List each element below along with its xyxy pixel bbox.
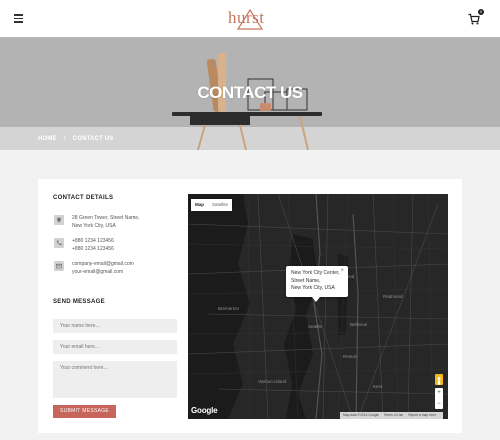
- phone-line-1: +880 1234 123456: [72, 238, 114, 244]
- name-input[interactable]: [53, 319, 177, 333]
- breadcrumb-current: CONTACT US: [72, 136, 114, 142]
- map-label-kent: Kent: [373, 384, 383, 389]
- info-line-1: New York City Center,: [291, 270, 340, 276]
- contact-email: company-email@gmail.com your-email@gmail.…: [54, 261, 179, 277]
- breadcrumb-home-link[interactable]: HOME: [38, 136, 57, 142]
- map-attribution: Map data ©2016 Google Terms of Use Repor…: [340, 412, 444, 419]
- zoom-out-button[interactable]: −: [435, 399, 443, 410]
- phone-icon: [54, 238, 64, 248]
- zoom-in-button[interactable]: +: [435, 388, 443, 399]
- email-line-1: company-email@gmail.com: [72, 261, 134, 267]
- zoom-control: + −: [435, 388, 443, 409]
- map-label-bellevue: Bellevue: [350, 322, 368, 327]
- info-line-2: Street Name,: [291, 277, 321, 284]
- report-error-link[interactable]: Report a map error: [408, 413, 436, 417]
- close-icon[interactable]: ×: [340, 268, 344, 276]
- contact-card: CONTACT DETAILS 28 Green Tower, Street N…: [38, 179, 462, 433]
- contact-address: 28 Green Tower, Street Name, New York Cit…: [54, 215, 179, 231]
- map-type-map-button[interactable]: Map: [191, 199, 208, 211]
- google-logo: Google: [191, 406, 218, 415]
- breadcrumb: HOME / CONTACT US: [38, 136, 114, 142]
- email-input[interactable]: [53, 340, 177, 354]
- location-pin-icon: [54, 215, 64, 225]
- terms-link[interactable]: Terms of Use: [384, 413, 403, 417]
- map-type-control: Map Satellite: [191, 199, 233, 211]
- mail-icon: [54, 261, 64, 271]
- map-label-bremerton: Bremerton: [218, 306, 240, 311]
- phone-line-2: +880 1234 123456: [72, 245, 114, 252]
- page-title: CONTACT US: [197, 83, 303, 102]
- map-label-vashon: Vashon Island: [258, 379, 287, 384]
- map[interactable]: Redmond Seattle Bellevue Renton Kirkland…: [188, 194, 448, 419]
- comment-textarea[interactable]: [53, 361, 177, 398]
- contact-phone: +880 1234 123456 +880 1234 123456: [54, 238, 179, 254]
- email-line-2: your-email@gmail.com: [72, 268, 124, 275]
- map-label-seattle: Seattle: [308, 324, 323, 329]
- logo-triangle-icon: [236, 8, 264, 30]
- cart-count-badge: 0: [478, 9, 484, 15]
- send-message-title: SEND MESSAGE: [53, 299, 105, 305]
- info-line-3: New York City, USA: [291, 285, 335, 291]
- cart-icon[interactable]: 0: [468, 9, 484, 25]
- contact-details-title: CONTACT DETAILS: [53, 195, 114, 201]
- map-label-renton: Renton: [343, 354, 358, 359]
- map-type-satellite-button[interactable]: Satellite: [208, 199, 232, 211]
- address-line-2: New York City, USA: [72, 222, 116, 229]
- site-header: hurst 0: [0, 0, 500, 37]
- hamburger-icon[interactable]: [14, 14, 23, 23]
- map-data-text: Map data ©2016 Google: [343, 413, 379, 417]
- breadcrumb-separator: /: [63, 136, 66, 142]
- map-label-redmond: Redmond: [383, 294, 403, 299]
- map-info-window: × New York City Center, Street Name, New…: [286, 266, 348, 302]
- submit-message-button[interactable]: SUBMIT MESSAGE: [53, 405, 116, 418]
- hero-banner: CONTACT US HOME / CONTACT US: [0, 37, 500, 150]
- pegman-icon[interactable]: [435, 374, 443, 385]
- logo[interactable]: hurst: [228, 8, 272, 30]
- address-line-1: 28 Green Tower, Street Name,: [72, 215, 140, 221]
